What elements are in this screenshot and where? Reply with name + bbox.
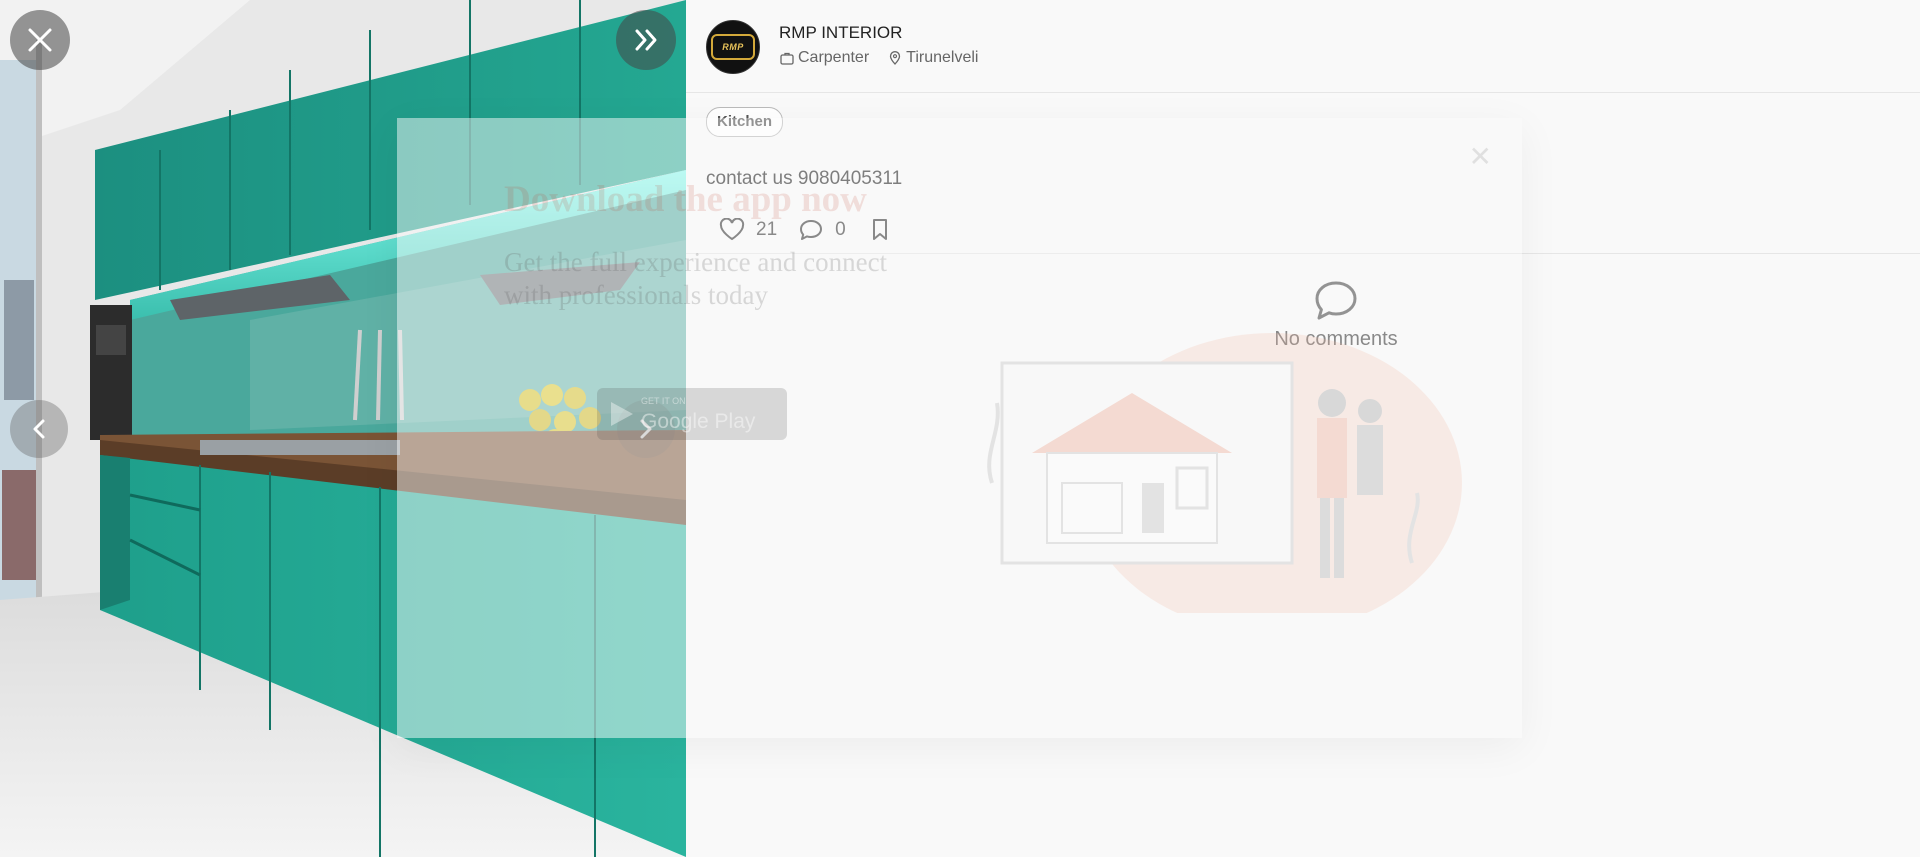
- author-name[interactable]: RMP INTERIOR: [779, 23, 902, 43]
- download-app-popup: ✕ Download the app now Get the full expe…: [397, 118, 1522, 738]
- badge-big-text: Google Play: [641, 410, 756, 433]
- author-location: Tirunelveli: [887, 49, 978, 67]
- close-icon: ✕: [1468, 141, 1492, 172]
- google-play-badge[interactable]: GET IT ON Google Play: [597, 388, 787, 440]
- avatar[interactable]: RMP: [706, 20, 760, 74]
- author-location-text: Tirunelveli: [906, 49, 979, 66]
- popup-title: Download the app now: [504, 179, 867, 220]
- expand-panel-button[interactable]: [616, 10, 676, 70]
- chevron-left-icon: [33, 419, 45, 439]
- double-chevron-right-icon: [635, 29, 657, 51]
- house-couple-illustration: [987, 333, 1462, 613]
- author-profession: Carpenter: [798, 49, 870, 66]
- post-author-header: RMP RMP INTERIOR Carpenter Tirunelveli: [686, 0, 1920, 93]
- previous-image-button[interactable]: [10, 400, 68, 458]
- logo: RMP: [711, 34, 755, 60]
- badge-small-text: GET IT ON: [641, 396, 686, 406]
- play-store-icon: [611, 402, 633, 426]
- location-pin-icon: [887, 50, 903, 66]
- close-icon: [28, 28, 52, 52]
- briefcase-icon: [779, 50, 795, 66]
- avatar-logo-text: RMP: [722, 42, 744, 52]
- author-meta: Carpenter Tirunelveli: [779, 49, 978, 67]
- popup-close-button[interactable]: ✕: [1469, 140, 1492, 173]
- close-viewer-button[interactable]: [10, 10, 70, 70]
- popup-subtitle: Get the full experience and connect with…: [504, 247, 888, 310]
